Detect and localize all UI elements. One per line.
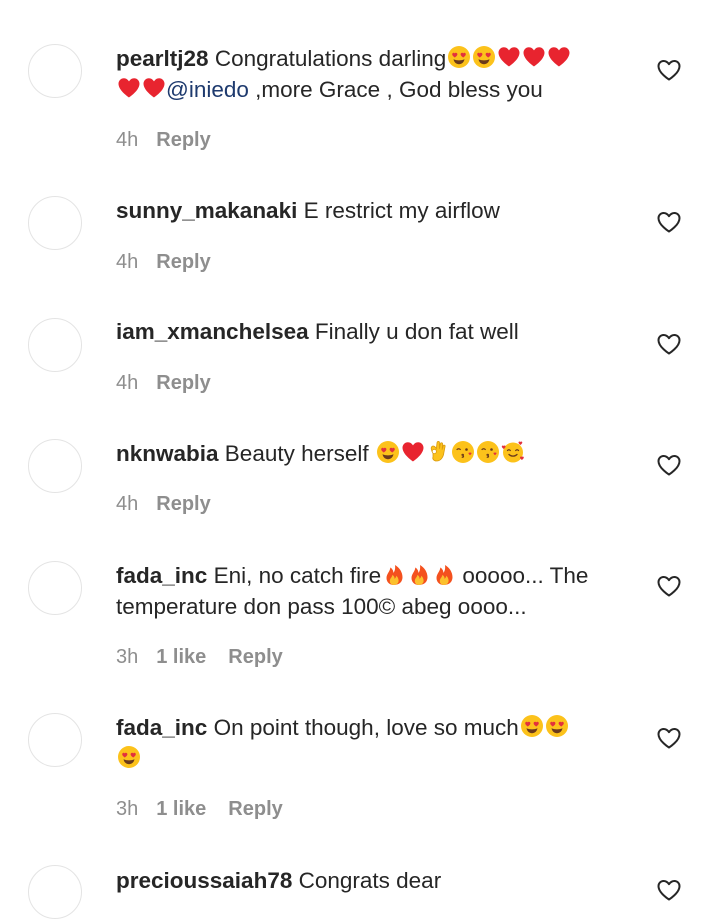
avatar[interactable] bbox=[28, 439, 82, 493]
comment-username[interactable]: pearltj28 bbox=[116, 46, 209, 71]
likes-count[interactable]: 1 like bbox=[156, 646, 206, 668]
reply-button[interactable]: Reply bbox=[156, 251, 210, 273]
reply-button[interactable]: Reply bbox=[228, 646, 282, 668]
like-heart-icon[interactable] bbox=[656, 726, 682, 750]
comment-username[interactable]: precioussaiah78 bbox=[116, 868, 292, 893]
comment-username[interactable]: fada_inc bbox=[116, 715, 207, 740]
comment-body: precioussaiah78 Congrats dear bbox=[116, 865, 636, 896]
avatar[interactable] bbox=[28, 44, 82, 98]
comment-body: pearltj28 Congratulations darling @iniedo… bbox=[116, 43, 636, 105]
smiling-hearts-icon bbox=[501, 440, 525, 464]
heart-eyes-icon bbox=[472, 45, 496, 69]
comment-meta: 4h Reply bbox=[116, 128, 211, 152]
comment-text: E restrict my airflow bbox=[303, 198, 500, 223]
heart-eyes-icon bbox=[447, 45, 471, 69]
comment-text: Eni, no catch fire bbox=[213, 563, 382, 588]
avatar[interactable] bbox=[28, 318, 82, 372]
like-heart-icon[interactable] bbox=[656, 878, 682, 902]
comment-username[interactable]: sunny_makanaki bbox=[116, 198, 297, 223]
ok-hand-icon bbox=[426, 440, 450, 464]
comment-body: fada_inc On point though, love so much bbox=[116, 712, 636, 774]
heart-eyes-icon bbox=[117, 745, 141, 769]
avatar[interactable] bbox=[28, 196, 82, 250]
mention-link[interactable]: @iniedo bbox=[166, 77, 249, 102]
comment-text: On point though, love so much bbox=[213, 715, 519, 740]
fire-icon bbox=[382, 562, 406, 586]
avatar[interactable] bbox=[28, 713, 82, 767]
comment-meta: 4h Reply bbox=[116, 492, 211, 516]
comment-body: nknwabia Beauty herself bbox=[116, 438, 636, 469]
reply-button[interactable]: Reply bbox=[228, 798, 282, 820]
reply-button[interactable]: Reply bbox=[156, 129, 210, 151]
like-heart-icon[interactable] bbox=[656, 210, 682, 234]
comment-username[interactable]: fada_inc bbox=[116, 563, 207, 588]
reply-button[interactable]: Reply bbox=[156, 493, 210, 515]
comment-text-continued: ,more Grace , God bless you bbox=[248, 77, 543, 102]
red-heart-icon bbox=[142, 76, 166, 100]
red-heart-icon bbox=[401, 440, 425, 464]
like-heart-icon[interactable] bbox=[656, 332, 682, 356]
comment-meta: 3h 1 like Reply bbox=[116, 797, 283, 821]
comment-username[interactable]: nknwabia bbox=[116, 441, 219, 466]
comment-body: sunny_makanaki E restrict my airflow bbox=[116, 195, 636, 226]
comment-time: 4h bbox=[116, 493, 139, 515]
avatar[interactable] bbox=[28, 561, 82, 615]
comment-meta: 3h 1 like Reply bbox=[116, 645, 283, 669]
kissing-face-icon bbox=[476, 440, 500, 464]
comment-meta: 4h Reply bbox=[116, 250, 211, 274]
comment-username[interactable]: iam_xmanchelsea bbox=[116, 319, 309, 344]
comment-text: Congratulations darling bbox=[214, 46, 447, 71]
reply-button[interactable]: Reply bbox=[156, 372, 210, 394]
heart-eyes-icon bbox=[376, 440, 400, 464]
comment-text: Beauty herself bbox=[224, 441, 375, 466]
comment-time: 4h bbox=[116, 372, 139, 394]
avatar[interactable] bbox=[28, 865, 82, 919]
comment-time: 4h bbox=[116, 129, 139, 151]
likes-count[interactable]: 1 like bbox=[156, 798, 206, 820]
comment-text: Congrats dear bbox=[298, 868, 442, 893]
comment-text: Finally u don fat well bbox=[314, 319, 519, 344]
fire-icon bbox=[432, 562, 456, 586]
comment-time: 3h bbox=[116, 798, 139, 820]
red-heart-icon bbox=[497, 45, 521, 69]
kissing-face-icon bbox=[451, 440, 475, 464]
red-heart-icon bbox=[522, 45, 546, 69]
heart-eyes-icon bbox=[545, 714, 569, 738]
comment-meta: 4h Reply bbox=[116, 371, 211, 395]
red-heart-icon bbox=[547, 45, 571, 69]
comment-time: 3h bbox=[116, 646, 139, 668]
like-heart-icon[interactable] bbox=[656, 574, 682, 598]
like-heart-icon[interactable] bbox=[656, 58, 682, 82]
comment-time: 4h bbox=[116, 251, 139, 273]
comment-body: iam_xmanchelsea Finally u don fat well bbox=[116, 316, 636, 347]
fire-icon bbox=[407, 562, 431, 586]
heart-eyes-icon bbox=[520, 714, 544, 738]
like-heart-icon[interactable] bbox=[656, 453, 682, 477]
comment-body: fada_inc Eni, no catch fire ooooo... The… bbox=[116, 560, 636, 622]
red-heart-icon bbox=[117, 76, 141, 100]
